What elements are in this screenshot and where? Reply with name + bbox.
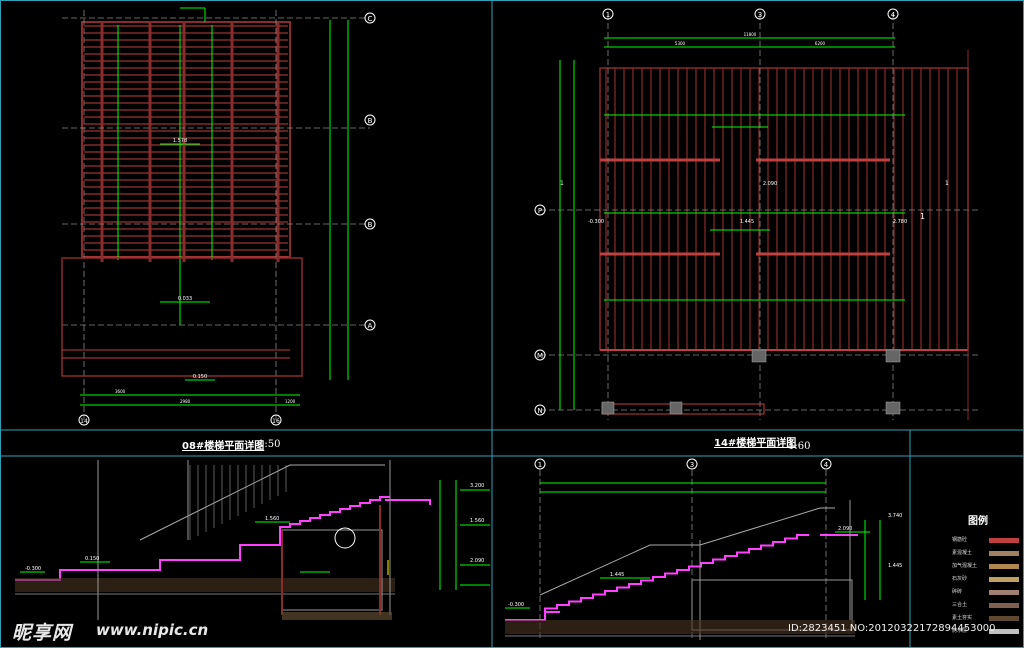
legend-label: 素土夯实 (952, 615, 973, 621)
plan-14-scale: 1:60 (788, 441, 811, 452)
legend-label: 三合土 (952, 602, 968, 608)
image-id-text: ID:2823451 NO:20120322172894453000 (788, 623, 996, 634)
legend-swatch (989, 590, 1019, 595)
legend-label: 石灰砂 (952, 576, 968, 582)
plan-08-caption: 08#楼梯平面详图 (182, 441, 265, 452)
legend-item: 三合土 (952, 601, 1022, 610)
dimension-text: 5300 (675, 41, 686, 46)
axis-label: N (537, 407, 542, 415)
elevation-label: 0.150 (193, 374, 207, 380)
axis-label: 3 (758, 11, 762, 19)
plan-14-caption: 14#楼梯平面详图 (714, 438, 797, 449)
legend-item: 钢筋砼 (952, 536, 1022, 545)
legend-swatch (989, 538, 1019, 543)
legend-swatch (989, 616, 1019, 621)
axis-label: M (537, 352, 543, 360)
axis-label: 3 (690, 461, 694, 469)
axis-label: A (368, 322, 373, 330)
dimension-text: 11800 (744, 32, 757, 37)
elevation-label: 2.090 (838, 526, 852, 532)
legend-item: 碎砖 (952, 588, 1022, 597)
elevation-label: 2.090 (763, 181, 777, 187)
dimension-text: 1200 (285, 399, 296, 404)
axis-label: 4 (891, 11, 896, 19)
legend-item: 素混凝土 (952, 549, 1022, 558)
cut-mark: 1 (945, 180, 949, 187)
legend-label: 钢筋砼 (952, 537, 968, 543)
dimension-text: 3600 (115, 389, 126, 394)
elevation-label: 3.740 (888, 513, 902, 519)
dimension-text: 2980 (180, 399, 191, 404)
elevation-label: -0.300 (508, 602, 524, 608)
elevation-label: 1.560 (265, 516, 279, 522)
legend-label: 素混凝土 (952, 550, 973, 556)
cut-mark: 1 (920, 212, 925, 221)
axis-label: B (368, 117, 373, 125)
axis-label: 16 (272, 418, 280, 425)
elevation-label: -0.300 (25, 566, 41, 572)
watermark-url: www.nipic.cn (96, 621, 209, 639)
legend-item: 素土夯实 (952, 614, 1022, 623)
legend-label: 加气混凝土 (952, 563, 978, 569)
dimension-text: 6200 (815, 41, 826, 46)
elevation-label: 0.150 (85, 556, 99, 562)
elevation-label: 0.033 (178, 296, 192, 302)
plan-08-scale: 1:50 (258, 439, 281, 450)
cad-drawing: C B B A 14 16 1.578 0.033 0.150 3600 298… (0, 0, 1024, 648)
legend-swatch (989, 551, 1019, 556)
elevation-label: 1.560 (470, 518, 484, 524)
watermark-brand: 昵享网 (12, 622, 73, 644)
axis-label: 14 (80, 418, 88, 425)
legend-item: 加气混凝土 (952, 562, 1022, 571)
legend-swatch (989, 577, 1019, 582)
legend-swatch (989, 564, 1019, 569)
elevation-label: 1.445 (740, 219, 754, 225)
plan-14-drawing (534, 8, 980, 420)
elevation-label: 1.578 (173, 138, 187, 144)
elevation-label: 1.445 (888, 563, 902, 569)
elevation-label: 2.090 (470, 558, 484, 564)
section-08-drawing (15, 460, 490, 620)
legend-swatch (989, 603, 1019, 608)
axis-label: 4 (824, 461, 829, 469)
cut-mark: 1 (560, 180, 564, 187)
legend-title: 图例 (968, 516, 988, 527)
section-14-drawing (505, 458, 881, 640)
axis-label: 1 (606, 11, 610, 19)
elevation-label: 3.200 (470, 483, 484, 489)
axis-label: C (368, 15, 373, 23)
elevation-label: 2.780 (893, 219, 907, 225)
elevation-label: -0.300 (588, 219, 604, 225)
plan-08-drawing (61, 7, 376, 426)
legend-label: 碎砖 (952, 589, 963, 595)
drawing-frame (0, 0, 1024, 648)
legend-item: 石灰砂 (952, 575, 1022, 584)
axis-label: 1 (538, 461, 542, 469)
axis-label: P (538, 207, 542, 215)
elevation-label: 1.445 (610, 572, 624, 578)
axis-label: B (368, 221, 373, 229)
